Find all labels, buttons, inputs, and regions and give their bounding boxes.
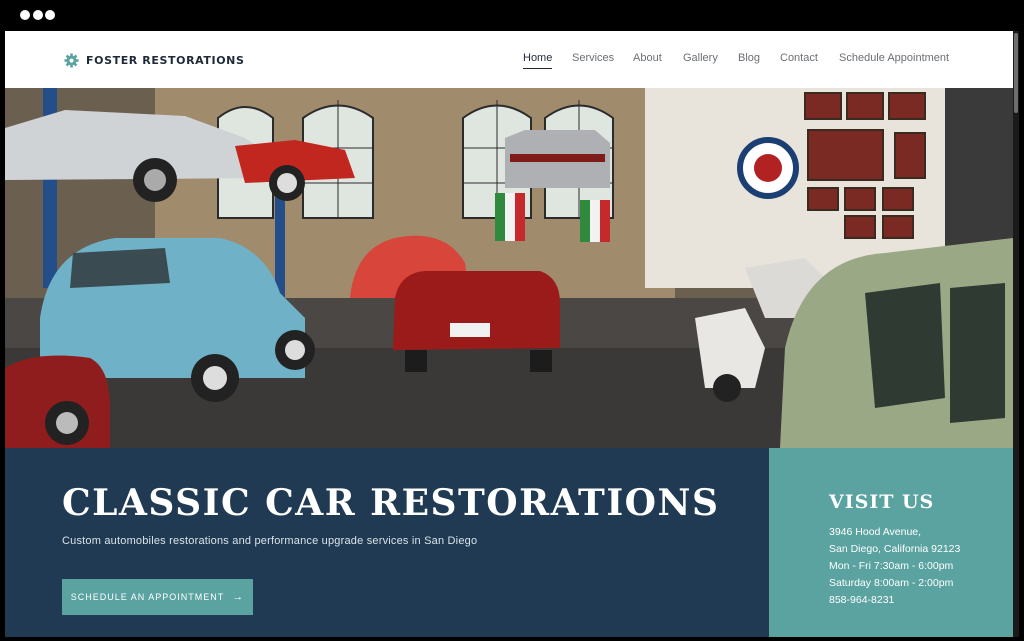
hours-saturday: Saturday 8:00am - 2:00pm: [829, 577, 954, 589]
hero-subtitle: Custom automobiles restorations and perf…: [62, 535, 478, 547]
nav-gallery[interactable]: Gallery: [683, 52, 718, 64]
site-header: FOSTER RESTORATIONS Home Services About …: [5, 31, 1013, 88]
window-dot: [45, 10, 55, 20]
cta-label: SCHEDULE AN APPOINTMENT: [70, 592, 225, 602]
address-street: 3946 Hood Avenue,: [829, 526, 922, 538]
nav-schedule-appointment[interactable]: Schedule Appointment: [839, 52, 949, 64]
visit-us-title: VISIT US: [829, 491, 935, 513]
nav-blog[interactable]: Blog: [738, 52, 760, 64]
nav-services[interactable]: Services: [572, 52, 614, 64]
hours-weekday: Mon - Fri 7:30am - 6:00pm: [829, 560, 954, 572]
nav-about[interactable]: About: [633, 52, 662, 64]
nav-home[interactable]: Home: [523, 52, 553, 69]
hero-banner: CLASSIC CAR RESTORATIONS Custom automobi…: [5, 448, 769, 637]
visit-us-panel: VISIT US 3946 Hood Avenue, San Diego, Ca…: [769, 448, 1013, 637]
window-dot: [20, 10, 30, 20]
hero-title: CLASSIC CAR RESTORATIONS: [62, 482, 720, 524]
phone-number[interactable]: 858-964-8231: [829, 592, 960, 609]
browser-chrome: [0, 0, 1024, 31]
address-city: San Diego, California 92123: [829, 543, 961, 555]
page-scrollbar[interactable]: [1013, 31, 1019, 637]
hero-image: [5, 88, 1013, 448]
schedule-appointment-button[interactable]: SCHEDULE AN APPOINTMENT →: [62, 579, 253, 615]
scrollbar-thumb[interactable]: [1014, 33, 1018, 113]
window-dot: [33, 10, 43, 20]
arrow-right-icon: →: [232, 591, 245, 603]
nav-contact[interactable]: Contact: [780, 52, 818, 64]
main-nav: Home Services About Gallery Blog Contact…: [5, 52, 1013, 72]
page-viewport: FOSTER RESTORATIONS Home Services About …: [5, 31, 1013, 637]
visit-details: 3946 Hood Avenue, San Diego, California …: [829, 524, 960, 609]
garage-photo: [5, 88, 1013, 448]
